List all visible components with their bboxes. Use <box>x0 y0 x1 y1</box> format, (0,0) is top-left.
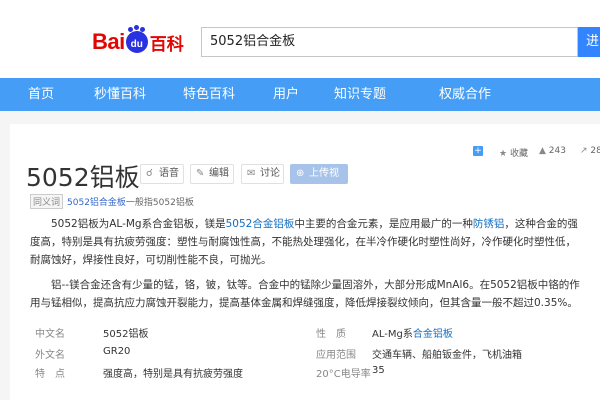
info-value-text: AL-Mg系 <box>372 329 413 340</box>
upload-video-button[interactable]: ⊕ 上传视频 <box>290 164 348 197</box>
thumbs-up-icon: ▲ <box>539 146 546 156</box>
info-label: 应用范围 <box>316 350 356 361</box>
share-button[interactable]: ↗ 28 <box>580 146 600 156</box>
page-title: 5052铝板 <box>26 163 140 192</box>
like-count: 243 <box>548 146 566 156</box>
discuss-button-label: 讨论 <box>260 168 280 179</box>
discuss-button[interactable]: ✉ 讨论 <box>241 164 284 184</box>
like-button[interactable]: ▲ 243 <box>539 146 566 156</box>
voice-button[interactable]: ☌ 语音 <box>140 164 184 184</box>
summary-paragraph-1: 5052铝板为AL-Mg系合金铝板，镁是5052合金铝板中主要的合金元素，是应用… <box>30 215 586 269</box>
voice-button-label: 语音 <box>159 168 179 179</box>
para1-text-b: 中主要的合金元素，是应用最广的一种 <box>294 218 473 230</box>
info-label: 外文名 <box>35 350 65 361</box>
synonym-line: 同义词 5052铝合金板一般指5052铝板 <box>30 194 194 209</box>
nav-item-cooperation[interactable]: 权威合作 <box>439 78 491 111</box>
nav-item-topics[interactable]: 知识专题 <box>334 78 386 111</box>
table-row: 外文名 GR20 应用范围 交通车辆、船舶钣金件，飞机油箱 <box>30 346 590 363</box>
top-header: Bai du 百科 5052铝合金板 进 <box>0 0 600 78</box>
paw-icon: du <box>125 27 148 53</box>
nav-item-user[interactable]: 用户 <box>273 78 299 111</box>
info-label: 20°C电导率 <box>316 369 371 380</box>
logo-du-text: du <box>130 39 143 50</box>
summary-paragraph-2: 铝--镁合金还含有少量的锰，铬，铍，钛等。合金中的锰除少量固溶外，大部分形成Mn… <box>30 279 580 309</box>
search-input[interactable]: 5052铝合金板 <box>201 27 578 57</box>
edit-button[interactable]: ✎ 编辑 <box>190 164 234 184</box>
star-icon: ★ <box>499 149 508 159</box>
nav-item-home[interactable]: 首页 <box>28 78 54 111</box>
edit-button-label: 编辑 <box>209 168 229 179</box>
nav-item-featured[interactable]: 特色百科 <box>183 78 235 111</box>
synonym-link[interactable]: 5052铝合金板 <box>67 198 126 208</box>
info-value: 强度高，特别是具有抗疲劳强度 <box>103 369 243 380</box>
plus-circle-icon: ⊕ <box>296 168 305 179</box>
share-icon: ↗ <box>580 146 588 156</box>
link-rustproof-aluminum[interactable]: 防锈铝 <box>473 218 505 230</box>
logo-bai-text: Bai <box>92 29 125 54</box>
link-5052-alloy-plate[interactable]: 5052合金铝板 <box>226 218 295 230</box>
add-icon[interactable]: + <box>473 146 483 156</box>
info-value: AL-Mg系合金铝板 <box>372 325 453 340</box>
chat-bubble-icon: ✉ <box>247 168 256 179</box>
baidu-baike-logo[interactable]: Bai du 百科 <box>92 27 184 55</box>
info-value: 5052铝板 <box>103 329 149 340</box>
search-button[interactable]: 进 <box>578 27 600 57</box>
info-value: 交通车辆、船舶钣金件，飞机油箱 <box>372 350 522 361</box>
collect-label: 收藏 <box>509 149 528 159</box>
table-row: 特 点 强度高，特别是具有抗疲劳强度 20°C电导率 35 <box>30 365 590 382</box>
info-label: 中文名 <box>35 329 65 340</box>
synonym-text: 一般指5052铝板 <box>125 198 194 208</box>
info-value: 35 <box>372 365 385 376</box>
table-row: 中文名 5052铝板 性 质 AL-Mg系合金铝板 <box>30 325 590 342</box>
info-value: GR20 <box>103 346 131 357</box>
pencil-icon: ✎ <box>196 168 205 179</box>
collect-button[interactable]: ★ 收藏 <box>499 146 528 159</box>
info-label: 特 点 <box>35 369 65 380</box>
share-count: 28 <box>590 146 600 156</box>
main-nav: 首页 秒懂百科 特色百科 用户 知识专题 权威合作 <box>0 78 600 111</box>
nav-item-miaodong[interactable]: 秒懂百科 <box>94 78 146 111</box>
link-alloy-plate[interactable]: 合金铝板 <box>413 329 453 340</box>
info-label: 性 质 <box>316 329 346 340</box>
para1-text-a: 5052铝板为AL-Mg系合金铝板，镁是 <box>51 218 226 230</box>
headphones-icon: ☌ <box>146 168 153 179</box>
logo-baike-text: 百科 <box>149 34 184 55</box>
synonym-tag: 同义词 <box>30 194 64 209</box>
